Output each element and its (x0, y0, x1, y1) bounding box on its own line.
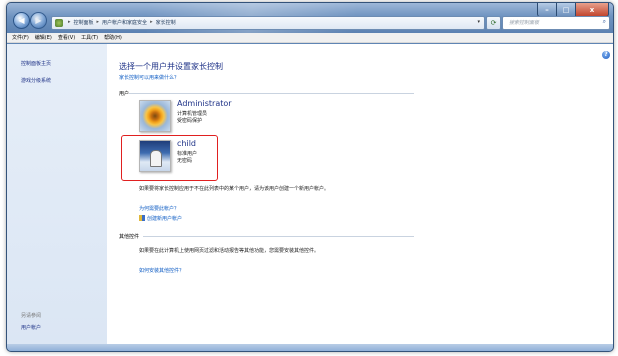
refresh-button[interactable]: ⟳ (486, 16, 501, 30)
menu-view[interactable]: 查看(V) (58, 33, 75, 42)
breadcrumb-user-accounts-family-safety[interactable]: 用户帐户和家庭安全 (102, 19, 147, 26)
control-panel-icon (55, 19, 63, 27)
selected-user-highlight (121, 135, 218, 181)
users-divider (129, 93, 414, 94)
administrator-avatar (139, 100, 171, 132)
search-icon[interactable]: ⌕ (603, 18, 606, 26)
menu-file[interactable]: 文件(F) (12, 33, 29, 42)
status-bar (7, 344, 613, 351)
back-button[interactable]: ◀ (13, 12, 30, 29)
page-title: 选择一个用户并设置家长控制 (119, 62, 223, 71)
other-controls-heading: 其他控件 (119, 234, 140, 240)
title-bar: – □ x ◀ ▶ ▸ 控制面板 ▸ 用户帐户和家庭安全 ▸ 家长控制 ▾ ⟳ … (7, 3, 613, 33)
control-panel-window: – □ x ◀ ▶ ▸ 控制面板 ▸ 用户帐户和家庭安全 ▸ 家长控制 ▾ ⟳ … (6, 2, 614, 352)
shield-icon (139, 215, 145, 221)
breadcrumb-separator: ▸ (96, 19, 100, 25)
menu-help[interactable]: 帮助(H) (104, 33, 122, 42)
sidebar-item-control-panel-home[interactable]: 控制面板主页 (21, 60, 51, 67)
breadcrumb: ▸ 控制面板 ▸ 用户帐户和家庭安全 ▸ 家长控制 (68, 19, 176, 26)
why-need-account-link[interactable]: 为何需要此帐户？ (139, 205, 179, 212)
breadcrumb-control-panel[interactable]: 控制面板 (74, 19, 94, 26)
other-controls-divider (143, 236, 414, 237)
help-icon[interactable]: ? (602, 51, 610, 59)
menu-bar: 文件(F) 编辑(E) 查看(V) 工具(T) 帮助(H) (7, 33, 613, 43)
search-box[interactable]: 搜索控制面板 ⌕ (502, 16, 610, 30)
close-button[interactable]: x (576, 3, 609, 17)
forward-button[interactable]: ▶ (30, 12, 47, 29)
user-role: 计算机管理员 (177, 111, 208, 117)
other-controls-info-text: 如果要在此计算机上使用网页过滤和活动报告等其他功能，您需要安装其他控件。 (139, 248, 320, 254)
minimize-button[interactable]: – (537, 3, 557, 17)
content-area: 控制面板主页 游戏分级系统 另请参阅 用户帐户 ? 选择一个用户并设置家长控制 … (7, 44, 613, 344)
sidebar-item-game-ratings[interactable]: 游戏分级系统 (21, 77, 51, 84)
breadcrumb-separator: ▸ (68, 19, 71, 25)
create-new-user-account-link[interactable]: 创建新用户帐户 (147, 216, 182, 222)
search-input[interactable]: 搜索控制面板 (509, 19, 539, 26)
breadcrumb-parental-controls[interactable]: 家长控制 (156, 19, 176, 26)
menu-edit[interactable]: 编辑(E) (35, 33, 52, 42)
create-account-row[interactable]: 创建新用户帐户 (139, 215, 182, 222)
maximize-button[interactable]: □ (557, 3, 576, 17)
users-heading: 用户 (119, 91, 130, 97)
how-install-other-controls-link[interactable]: 如何安装其他控件？ (139, 267, 184, 274)
menu-tools[interactable]: 工具(T) (81, 33, 98, 42)
address-dropdown-icon[interactable]: ▾ (477, 19, 480, 25)
what-can-parental-controls-do-link[interactable]: 家长控制可以用来做什么？ (119, 74, 179, 81)
sidebar-item-user-accounts[interactable]: 用户帐户 (21, 324, 41, 331)
breadcrumb-separator: ▸ (150, 19, 153, 25)
user-name: Administrator (177, 99, 232, 108)
main-panel: ? 选择一个用户并设置家长控制 家长控制可以用来做什么？ 用户 Administ… (107, 44, 613, 344)
user-password-status: 受密码保护 (177, 118, 203, 124)
sidebar: 控制面板主页 游戏分级系统 另请参阅 用户帐户 (7, 44, 107, 344)
create-account-info-text: 如果要将家长控制应用于不在此列表中的某个用户，请为该用户创建一个新用户帐户。 (139, 186, 330, 192)
caption-buttons: – □ x (537, 3, 609, 17)
see-also-heading: 另请参阅 (21, 313, 42, 319)
user-card-administrator[interactable]: Administrator 计算机管理员 受密码保护 (139, 99, 293, 135)
address-bar[interactable]: ▸ 控制面板 ▸ 用户帐户和家庭安全 ▸ 家长控制 ▾ (51, 16, 485, 30)
